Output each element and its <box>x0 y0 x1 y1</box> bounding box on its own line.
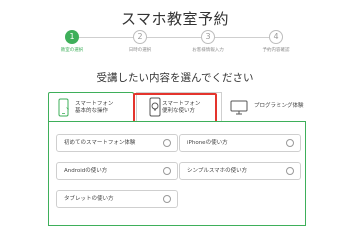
step-1-number: 1 <box>65 30 79 44</box>
option-android[interactable]: Androidの使い方 <box>56 162 178 180</box>
step-3-label: お客様情報入力 <box>192 48 224 53</box>
option-iphone[interactable]: iPhoneの使い方 <box>179 134 301 152</box>
step-1: 1 教室の選択 <box>42 30 102 53</box>
step-2-number: 2 <box>133 30 147 44</box>
option-label: iPhoneの使い方 <box>187 140 228 146</box>
step-1-label: 教室の選択 <box>60 48 84 53</box>
option-label: 初めてのスマートフォン体験 <box>64 140 136 146</box>
tab-smartphone-basics[interactable]: スマートフォン 基本的な操作 <box>48 92 134 122</box>
step-2-label: 日時の選択 <box>128 48 152 53</box>
smartphone-icon <box>58 98 69 117</box>
option-first-smartphone[interactable]: 初めてのスマートフォン体験 <box>56 134 178 152</box>
option-label: タブレットの使い方 <box>64 196 114 202</box>
progress-stepper: 1 教室の選択 2 日時の選択 3 お客様情報入力 4 予約内容確認 <box>48 30 300 58</box>
tab-programming-label: プログラミング体験 <box>254 103 304 109</box>
options-panel: 初めてのスマートフォン体験 iPhoneの使い方 Androidの使い方 シンプ… <box>48 121 306 226</box>
tab-smartphone-tips-line1: スマートフォン <box>162 101 201 107</box>
category-tabs: スマートフォン 基本的な操作 スマートフォン 便利な使い方 プログラミング体験 <box>48 92 306 122</box>
step-4: 4 予約内容確認 <box>246 30 306 53</box>
tab-smartphone-basics-label: スマートフォン 基本的な操作 <box>75 101 113 115</box>
step-3: 3 お客様情報入力 <box>178 30 238 53</box>
option-tablet[interactable]: タブレットの使い方 <box>56 190 178 208</box>
section-heading: 受講したい内容を選んでください <box>96 72 254 84</box>
tab-smartphone-tips-line2: 便利な使い方 <box>162 108 196 114</box>
radio-button[interactable] <box>163 139 171 147</box>
tab-smartphone-basics-line1: スマートフォン <box>75 101 114 107</box>
option-simple-phone[interactable]: シンプルスマホの使い方 <box>179 162 301 180</box>
option-label: シンプルスマホの使い方 <box>187 168 248 174</box>
radio-button[interactable] <box>163 195 171 203</box>
radio-button[interactable] <box>163 167 171 175</box>
tab-programming[interactable]: プログラミング体験 <box>224 92 306 122</box>
radio-button[interactable] <box>286 167 294 175</box>
tab-smartphone-basics-line2: 基本的な操作 <box>75 108 109 114</box>
tab-smartphone-tips[interactable]: スマートフォン 便利な使い方 <box>136 92 222 122</box>
step-3-number: 3 <box>201 30 215 44</box>
monitor-icon <box>230 100 248 115</box>
step-4-number: 4 <box>269 30 283 44</box>
option-label: Androidの使い方 <box>64 168 108 174</box>
page-title: スマホ教室予約 <box>120 10 230 28</box>
step-4-label: 予約内容確認 <box>262 48 290 53</box>
radio-button[interactable] <box>286 139 294 147</box>
tab-smartphone-tips-label: スマートフォン 便利な使い方 <box>162 101 200 115</box>
step-2: 2 日時の選択 <box>110 30 170 53</box>
